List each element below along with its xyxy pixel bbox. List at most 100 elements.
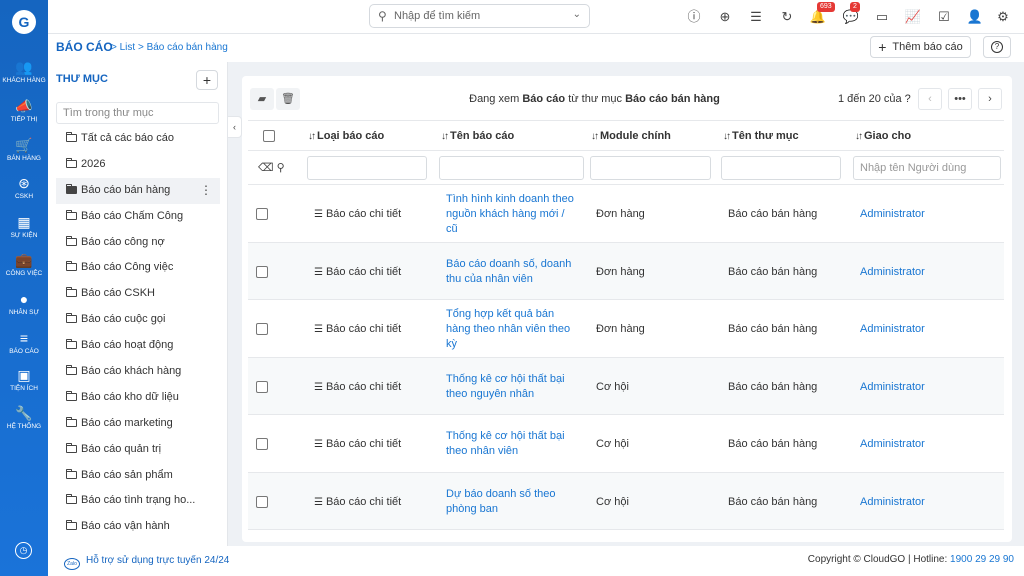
column-header-type[interactable]: ↓↑ Loại báo cáo [308,130,384,142]
report-name-link[interactable]: Thống kê cơ hội thất bại theo nhân viên [446,429,578,459]
report-name-link[interactable]: Thống kê cơ hội thất bại theo nguyên nhâ… [446,372,578,402]
column-header-folder[interactable]: ↓↑ Tên thư mục [723,130,799,142]
user-icon[interactable]: 👤 [966,8,984,26]
add-report-button[interactable]: + Thêm báo cáo [870,36,971,58]
list-icon[interactable]: ☰ [747,8,765,26]
folder-item[interactable]: Báo cáo hoạt động [56,333,220,359]
nav-item-2[interactable]: 📣 TIẾP THỊ [0,95,48,131]
global-search[interactable]: ⚲ ⌄ [369,4,590,28]
folder-icon [66,209,77,220]
table-row[interactable]: ☰ Báo cáo chi tiết Dự báo doanh số theo ph… [248,473,1004,530]
more-options-button[interactable]: ••• [948,88,972,110]
table-row[interactable]: ☰ Báo cáo chi tiết Tình hình kinh doanh th… [248,185,1004,243]
report-module: Cơ hội [596,438,629,450]
nav-item-9[interactable]: ▣ TIỆN ÍCH [0,364,48,400]
folder-item[interactable]: Báo cáo CSKH [56,281,220,307]
global-search-input[interactable] [394,8,564,24]
alert-circle-icon[interactable]: ⓘ [685,8,703,26]
report-name-link[interactable]: Dự báo doanh số theo phòng ban [446,487,578,517]
filter-module-input[interactable] [590,156,711,180]
folder-search-input[interactable] [56,102,219,124]
nav-item-4[interactable]: ⊛ CSKH [0,172,48,208]
add-circle-icon[interactable]: ⊕ [716,8,734,26]
filter-type-input[interactable] [307,156,427,180]
folder-item[interactable]: Báo cáo vận hành [56,514,220,540]
table-row[interactable]: ☰ Báo cáo chi tiết Tổng hợp kết quả bán hà… [248,300,1004,358]
hotline[interactable]: 1900 29 29 90 [950,554,1014,565]
next-page-button[interactable]: › [978,88,1002,110]
search-icon[interactable]: ⚲ [277,162,285,174]
briefcase-icon: 💼 [15,252,33,268]
column-header-name[interactable]: ↓↑ Tên báo cáo [441,130,514,142]
nav-item-6[interactable]: 💼 CÔNG VIỆC [0,249,48,285]
nav-item-10[interactable]: 🔧 HỆ THỐNG [0,402,48,438]
row-checkbox[interactable] [256,208,268,220]
report-name-link[interactable]: Tình hình kinh doanh theo nguồn khách hà… [446,192,578,237]
column-header-assignee[interactable]: ↓↑ Giao cho [855,130,911,142]
folder-item[interactable]: Báo cáo Công việc [56,255,220,281]
gear-icon[interactable]: ⚙ [994,8,1012,26]
row-checkbox[interactable] [256,381,268,393]
notifications-badge: 693 [817,2,835,12]
row-checkbox[interactable] [256,438,268,450]
table-row[interactable]: ☰ Báo cáo chi tiết Thống kê cơ hội thất bạ… [248,415,1004,473]
chart-icon[interactable]: 📈 [904,8,922,26]
filter-folder-input[interactable] [721,156,841,180]
row-checkbox[interactable] [256,496,268,508]
report-assignee[interactable]: Administrator [860,266,925,278]
report-assignee[interactable]: Administrator [860,208,925,220]
folder-item[interactable]: Báo cáo cuộc gọi [56,307,220,333]
calendar-icon[interactable]: ▭ [873,8,891,26]
report-assignee[interactable]: Administrator [860,381,925,393]
nav-item-3[interactable]: 🛒 BÁN HÀNG [0,134,48,170]
nav-item-5[interactable]: ▦ SỰ KIỆN [0,211,48,247]
clear-filter-icon[interactable]: ⌫ ⚲ [258,161,285,174]
report-assignee[interactable]: Administrator [860,438,925,450]
breadcrumb[interactable]: > List > Báo cáo bán hàng [111,42,228,53]
support-link[interactable]: Zalo Hỗ trợ sử dụng trực tuyến 24/24 [64,555,229,570]
task-check-icon[interactable]: ☑ [935,8,953,26]
folder-item[interactable]: Báo cáo quản trị [56,437,220,463]
breadcrumb-root[interactable]: BÁO CÁO [56,40,113,54]
report-module: Cơ hội [596,381,629,393]
chevron-down-icon[interactable]: ⌄ [573,9,581,20]
cloudgo-logo[interactable]: G [12,10,36,34]
collapse-panel-button[interactable]: ‹ [228,116,242,138]
nav-item-1[interactable]: 👥 KHÁCH HÀNG [0,56,48,92]
folder-item[interactable]: Báo cáo kho dữ liệu [56,385,220,411]
folder-item[interactable]: 2026 [56,152,220,178]
folder-item[interactable]: Báo cáo tình trạng ho... [56,488,220,514]
folder-item[interactable]: Báo cáo Chấm Công [56,204,220,230]
folder-item[interactable]: Báo cáo công nợ [56,230,220,256]
filter-assignee-input[interactable] [853,156,1001,180]
prev-page-button[interactable]: ‹ [918,88,942,110]
nav-item-7[interactable]: ● NHÂN SỰ [0,288,48,324]
table-row[interactable]: ☰ Báo cáo chi tiết Báo cáo doanh số, doanh… [248,243,1004,300]
table-row[interactable]: ☰ Báo cáo chi tiết Thống kê cơ hội thất bạ… [248,358,1004,415]
folder-panel-title: THƯ MỤC [56,73,108,85]
row-checkbox[interactable] [256,323,268,335]
folder-item[interactable]: Tất cả các báo cáo [56,126,220,152]
report-assignee[interactable]: Administrator [860,496,925,508]
report-type: ☰ Báo cáo chi tiết [314,208,402,220]
folder-item[interactable]: Báo cáo bán hàng ⋮ [56,177,220,204]
column-header-module[interactable]: ↓↑ Module chính [591,130,671,142]
help-button[interactable]: ? [983,36,1011,58]
report-name-link[interactable]: Báo cáo doanh số, doanh thu của nhân viê… [446,257,578,287]
clock-icon[interactable]: ◷ [15,542,32,559]
chat-icon[interactable]: 💬 2 [842,2,860,26]
add-folder-button[interactable]: + [196,70,218,90]
help-icon: ? [991,41,1003,53]
refresh-icon[interactable]: ↻ [778,8,796,26]
report-name-link[interactable]: Tổng hợp kết quả bán hàng theo nhân viên… [446,307,578,352]
more-vertical-icon[interactable]: ⋮ [200,178,212,204]
filter-name-input[interactable] [439,156,584,180]
folder-item[interactable]: Báo cáo sản phẩm [56,463,220,489]
folder-item[interactable]: Báo cáo khách hàng [56,359,220,385]
report-assignee[interactable]: Administrator [860,323,925,335]
nav-item-8[interactable]: ≡ BÁO CÁO [0,327,48,363]
bell-icon[interactable]: 🔔 693 [809,2,835,26]
folder-item[interactable]: Báo cáo marketing [56,411,220,437]
select-all-checkbox[interactable] [263,130,275,142]
row-checkbox[interactable] [256,266,268,278]
